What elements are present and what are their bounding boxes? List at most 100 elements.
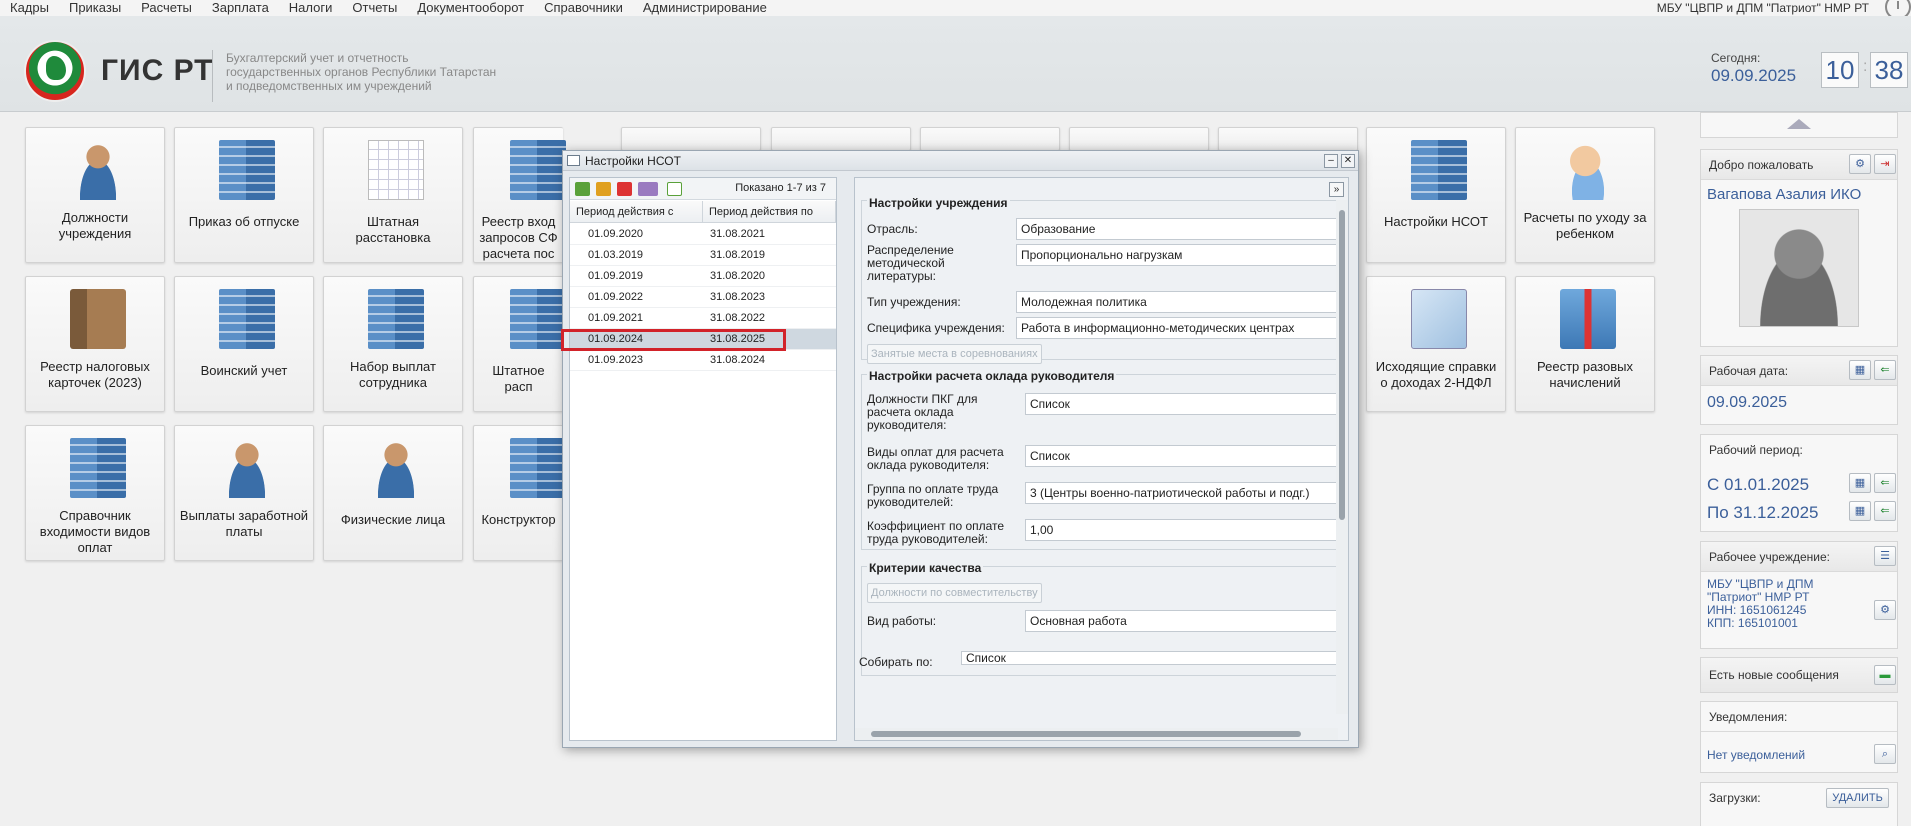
collect-by-field[interactable]: Список: [961, 651, 1338, 665]
part-time-positions-button[interactable]: Должности по совместительству: [867, 583, 1042, 603]
menu-documents[interactable]: Документооборот: [407, 0, 534, 16]
scroll-thumb[interactable]: [1339, 210, 1345, 520]
tile-childcare[interactable]: Расчеты по уходу за ребенком: [1515, 127, 1655, 263]
horizontal-scrollbar[interactable]: [855, 728, 1338, 740]
calendar-to-icon[interactable]: ▦: [1849, 501, 1871, 521]
dialog-title-bar[interactable]: Настройки НСОТ – ✕: [563, 151, 1358, 171]
tile-label: Штатная расстановка: [355, 214, 431, 245]
pay-label-line: оклада руководителя:: [867, 458, 990, 472]
cell-from: 01.09.2019: [588, 270, 644, 282]
work-type-field[interactable]: Основная работа: [1025, 610, 1338, 632]
add-icon[interactable]: [575, 182, 590, 196]
pay-types-field[interactable]: Список: [1025, 445, 1338, 467]
search-icon[interactable]: ⌕: [1874, 744, 1896, 764]
vertical-scrollbar[interactable]: [1336, 200, 1348, 714]
menu-admin[interactable]: Администрирование: [633, 0, 777, 16]
col-header-from[interactable]: Период действия с: [570, 201, 703, 223]
messages-header: Есть новые сообщения ▬: [1701, 658, 1897, 692]
distribution-field[interactable]: Пропорционально нагрузкам: [1016, 244, 1338, 266]
table-row[interactable]: 01.03.2019 31.08.2019: [570, 245, 836, 266]
certificate-icon: [1411, 289, 1467, 349]
table-row[interactable]: 01.09.2022 31.08.2023: [570, 287, 836, 308]
list-icon[interactable]: ☰: [1874, 546, 1896, 566]
building-icon: [219, 140, 275, 200]
type-label: Тип учреждения:: [867, 295, 961, 309]
avatar: [1739, 209, 1859, 327]
menu-otchety[interactable]: Отчеты: [342, 0, 407, 16]
table-row[interactable]: 01.09.2020 31.08.2021: [570, 224, 836, 245]
logout-icon[interactable]: ⇥: [1874, 154, 1896, 174]
delete-button[interactable]: УДАЛИТЬ: [1826, 788, 1889, 808]
building-icon: [1411, 140, 1467, 200]
menu-raschety[interactable]: Расчеты: [131, 0, 202, 16]
col-header-to[interactable]: Период действия по: [703, 201, 836, 223]
tile-hidden-2[interactable]: [771, 127, 911, 151]
tile-label: Приказ об отпуске: [188, 214, 300, 229]
tile-vacation-order[interactable]: Приказ об отпуске: [174, 127, 314, 263]
menu-nalogi[interactable]: Налоги: [279, 0, 343, 16]
type-field[interactable]: Молодежная политика: [1016, 291, 1338, 313]
apply-date-icon[interactable]: ⇐: [1874, 360, 1896, 380]
tile-tax-cards[interactable]: Реестр налоговых карточек (2023): [25, 276, 165, 412]
edit-icon[interactable]: [596, 182, 611, 196]
coefficient-field[interactable]: 1,00: [1025, 519, 1338, 541]
downloads-header: Загрузки: УДАЛИТЬ: [1701, 783, 1897, 813]
tile-payment-types[interactable]: Справочник входимости видов оплат: [25, 425, 165, 561]
group-label-line: руководителей:: [867, 495, 954, 509]
apply-to-icon[interactable]: ⇐: [1874, 501, 1896, 521]
work-period-header: Рабочий период:: [1709, 443, 1803, 457]
collapse-icon[interactable]: »: [1329, 182, 1344, 197]
tile-individuals[interactable]: Физические лица: [323, 425, 463, 561]
apply-from-icon[interactable]: ⇐: [1874, 473, 1896, 493]
tile-payment-set[interactable]: Набор выплат сотрудника: [323, 276, 463, 412]
menu-kadry[interactable]: Кадры: [0, 0, 59, 16]
scroll-thumb[interactable]: [871, 731, 1301, 737]
tile-salary-payments[interactable]: Выплаты заработной платы: [174, 425, 314, 561]
settings-icon[interactable]: ⚙: [1849, 154, 1871, 174]
tile-one-time[interactable]: Реестр разовых начислений: [1515, 276, 1655, 412]
tile-hidden-4[interactable]: [1069, 127, 1209, 151]
cell-to: 31.08.2021: [710, 228, 766, 240]
work-date-value: 09.09.2025: [1707, 394, 1788, 411]
chevron-up-icon[interactable]: [1787, 119, 1811, 129]
table-row-selected[interactable]: 01.09.2024 31.08.2025: [570, 329, 836, 350]
refresh-icon[interactable]: [667, 182, 682, 196]
tile-staffing[interactable]: Штатная расстановка: [323, 127, 463, 263]
panel-collapse[interactable]: [1700, 112, 1898, 138]
competition-places-button[interactable]: Занятые места в соревнованиях: [867, 344, 1042, 364]
institution-settings-icon[interactable]: ⚙: [1874, 600, 1896, 620]
tile-constructor[interactable]: Конструктор: [473, 425, 566, 561]
tile-staff-schedule[interactable]: Штатное расп: [473, 276, 566, 412]
pkg-field[interactable]: Список: [1025, 393, 1338, 415]
tile-positions[interactable]: Должности учреждения: [25, 127, 165, 263]
cell-from: 01.09.2022: [588, 291, 644, 303]
tile-hidden-5[interactable]: [1218, 127, 1358, 151]
close-button[interactable]: ✕: [1341, 154, 1355, 168]
tile-hidden-3[interactable]: [920, 127, 1060, 151]
app-title: ГИС РТ: [101, 54, 214, 87]
chat-icon[interactable]: ▬: [1874, 665, 1896, 685]
tile-ndfl[interactable]: Исходящие справки о доходах 2-НДФЛ: [1366, 276, 1506, 412]
menu-spravochniki[interactable]: Справочники: [534, 0, 633, 16]
tatarstan-logo-icon: [24, 40, 86, 102]
nsot-settings-dialog: Настройки НСОТ – ✕ Показано 1-7 из 7 Пер…: [562, 150, 1359, 748]
tile-nsot-settings[interactable]: Настройки НСОТ: [1366, 127, 1506, 263]
minimize-button[interactable]: –: [1324, 154, 1338, 168]
people-icon: [70, 140, 126, 200]
tile-incoming-requests[interactable]: Реестр вход запросов СФ расчета пос: [473, 127, 566, 263]
menu-zarplata[interactable]: Зарплата: [202, 0, 279, 16]
specifics-field[interactable]: Работа в информационно-методических цент…: [1016, 317, 1338, 339]
more-dropdown-icon[interactable]: [638, 182, 658, 196]
menu-prikazy[interactable]: Приказы: [59, 0, 131, 16]
branch-field[interactable]: Образование: [1016, 218, 1338, 240]
table-row[interactable]: 01.09.2019 31.08.2020: [570, 266, 836, 287]
calendar-from-icon[interactable]: ▦: [1849, 473, 1871, 493]
tile-hidden-1[interactable]: [621, 127, 761, 151]
delete-icon[interactable]: [617, 182, 632, 196]
group-field[interactable]: 3 (Центры военно-патриотической работы и…: [1025, 482, 1338, 504]
table-row[interactable]: 01.09.2021 31.08.2022: [570, 308, 836, 329]
calendar-icon[interactable]: ▦: [1849, 360, 1871, 380]
tile-military[interactable]: Воинский учет: [174, 276, 314, 412]
branch-label: Отрасль:: [867, 222, 918, 236]
table-row[interactable]: 01.09.2023 31.08.2024: [570, 350, 836, 371]
